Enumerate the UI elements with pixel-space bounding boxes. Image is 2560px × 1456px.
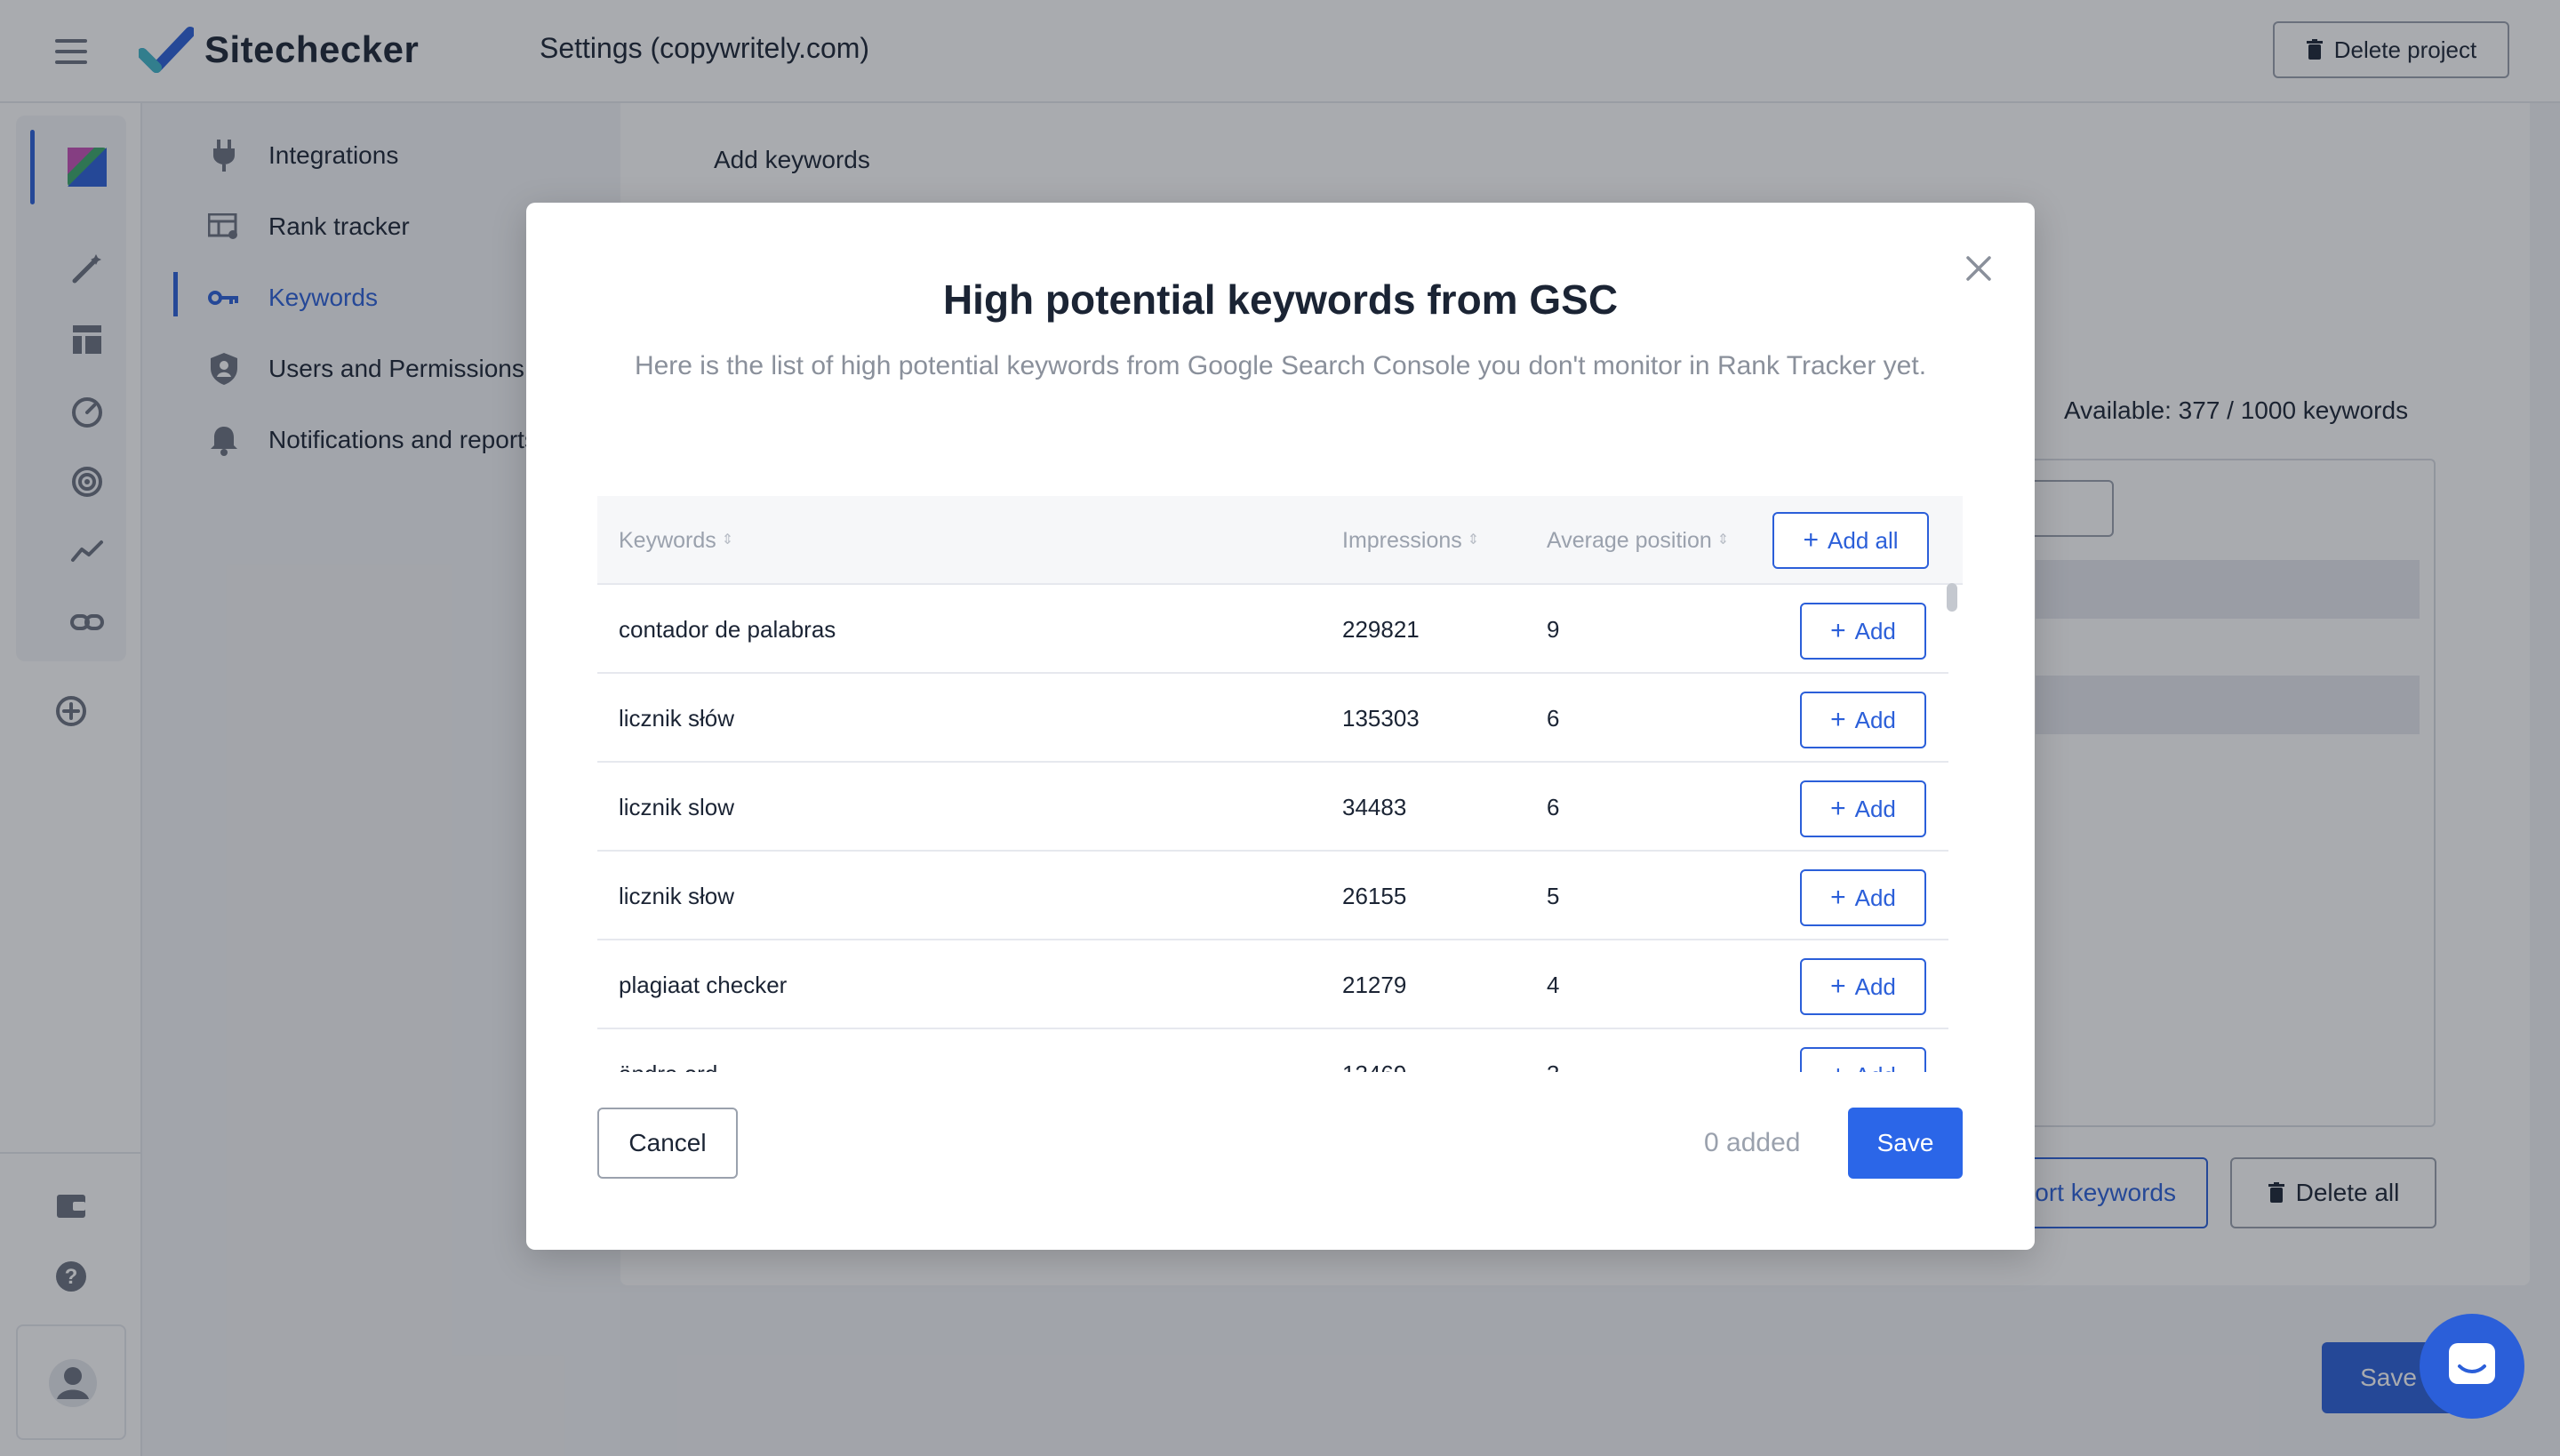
table-header: Keywords ⇕ Impressions ⇕ Average positio… (597, 496, 1963, 585)
modal-title: High potential keywords from GSC (942, 276, 1619, 323)
column-label: Keywords (619, 527, 716, 553)
plus-icon: + (1830, 883, 1846, 912)
add-keyword-button[interactable]: + Add (1800, 958, 1926, 1015)
table-body: contador de palabras 229821 9 + Add liczn… (597, 585, 1948, 1072)
add-label: Add (1854, 795, 1896, 822)
add-label: Add (1854, 706, 1896, 733)
added-count: 0 added (1704, 1128, 1801, 1157)
keyword-cell: contador de palabras (619, 615, 836, 643)
column-label: Average position (1547, 527, 1712, 553)
column-keywords[interactable]: Keywords ⇕ (619, 496, 733, 585)
table-row: plagiaat checker 21279 4 + Add (597, 940, 1948, 1029)
add-keyword-button[interactable]: + Add (1800, 869, 1926, 926)
add-label: Add (1854, 884, 1896, 911)
impressions-cell: 21279 (1342, 971, 1407, 998)
position-cell: 6 (1547, 793, 1560, 820)
modal-subtitle: Here is the list of high potential keywo… (634, 351, 1927, 380)
gsc-keywords-modal: High potential keywords from GSC Here is… (526, 203, 2035, 1250)
position-cell: 6 (1547, 704, 1560, 732)
impressions-cell: 13469 (1342, 1029, 1406, 1073)
table-row: licznik słow 26155 5 + Add (597, 852, 1948, 940)
table-row: contador de palabras 229821 9 + Add (597, 585, 1948, 674)
position-cell: 3 (1547, 1029, 1559, 1073)
add-keyword-button[interactable]: + Add (1800, 603, 1926, 660)
plus-icon: + (1803, 525, 1820, 555)
column-label: Impressions (1342, 527, 1462, 553)
position-cell: 4 (1547, 971, 1560, 998)
add-all-button[interactable]: + Add all (1772, 512, 1929, 569)
table-row: licznik słów 135303 6 + Add (597, 674, 1948, 763)
impressions-cell: 229821 (1342, 615, 1420, 643)
add-keyword-button[interactable]: + Add (1800, 1047, 1926, 1072)
save-button[interactable]: Save (1848, 1108, 1963, 1179)
add-label: Add (1854, 617, 1896, 644)
table-body-scroll[interactable]: contador de palabras 229821 9 + Add liczn… (597, 585, 1963, 1072)
plus-icon: + (1830, 616, 1846, 645)
column-impressions[interactable]: Impressions ⇕ (1342, 496, 1479, 585)
position-cell: 5 (1547, 882, 1560, 909)
table-scrollbar[interactable] (1947, 583, 1957, 612)
add-all-label: Add all (1828, 526, 1899, 554)
cancel-button[interactable]: Cancel (597, 1108, 738, 1179)
add-keyword-button[interactable]: + Add (1800, 780, 1926, 837)
sort-icon: ⇕ (1716, 532, 1730, 548)
sort-icon: ⇕ (1467, 532, 1480, 548)
keywords-table: Keywords ⇕ Impressions ⇕ Average positio… (597, 496, 1963, 1072)
sort-icon: ⇕ (721, 532, 734, 548)
table-row: licznik slow 34483 6 + Add (597, 763, 1948, 852)
keyword-cell: ändra ord (619, 1029, 717, 1073)
add-keyword-button[interactable]: + Add (1800, 692, 1926, 748)
plus-icon: + (1830, 705, 1846, 734)
position-cell: 9 (1547, 615, 1560, 643)
keyword-cell: plagiaat checker (619, 971, 788, 998)
add-label: Add (1855, 1062, 1896, 1073)
plus-icon: + (1830, 794, 1846, 823)
keyword-cell: licznik słow (619, 882, 735, 909)
chat-launcher[interactable] (2420, 1314, 2524, 1419)
table-row: ändra ord 13469 3 + Add (597, 1029, 1948, 1072)
add-label: Add (1854, 972, 1896, 1000)
plus-icon: + (1830, 1062, 1846, 1073)
impressions-cell: 26155 (1342, 882, 1407, 909)
impressions-cell: 135303 (1342, 704, 1420, 732)
plus-icon: + (1830, 972, 1846, 1001)
keyword-cell: licznik slow (619, 793, 735, 820)
impressions-cell: 34483 (1342, 793, 1407, 820)
chat-icon (2449, 1343, 2495, 1384)
keyword-cell: licznik słów (619, 704, 735, 732)
column-average-position[interactable]: Average position ⇕ (1547, 496, 1729, 585)
